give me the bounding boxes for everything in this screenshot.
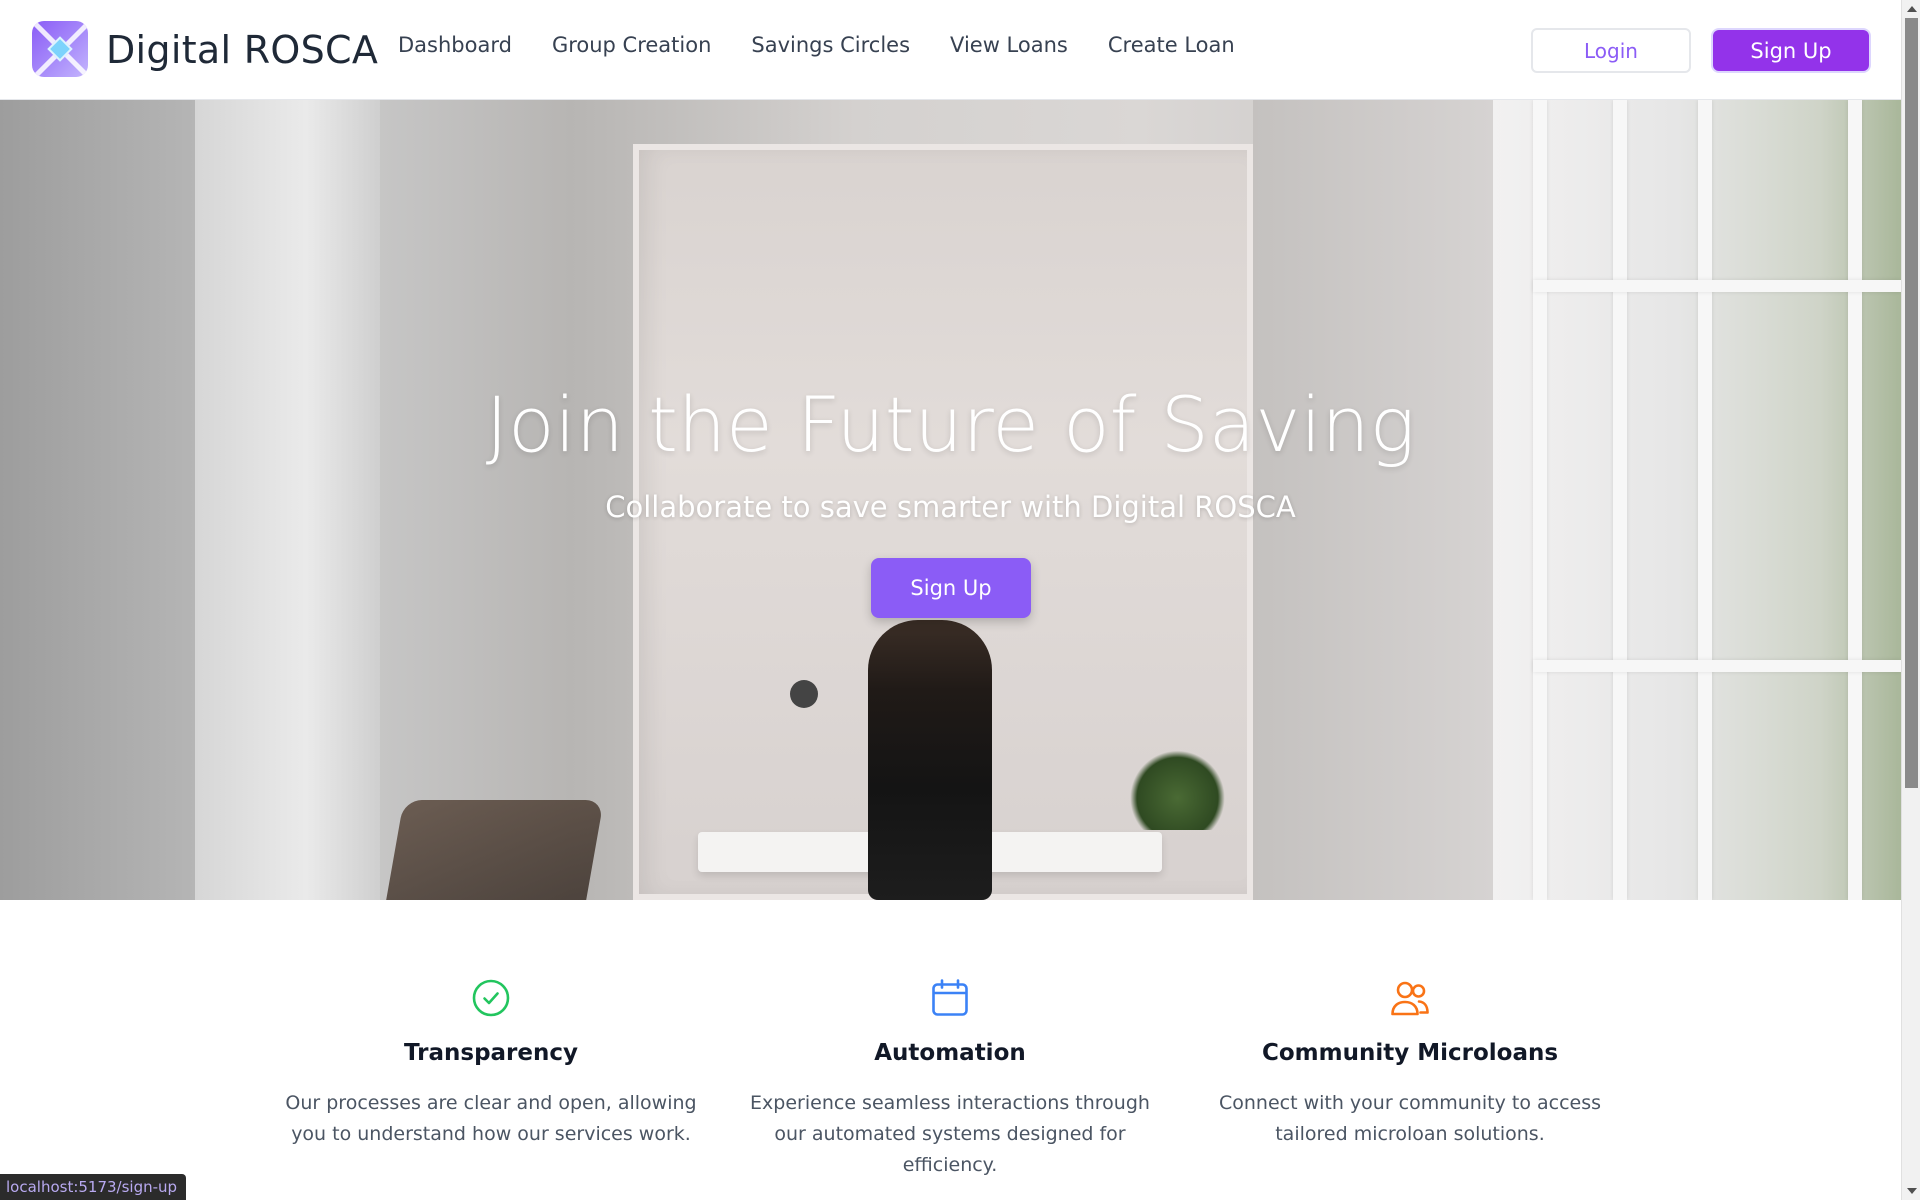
link-preview-status: localhost:5173/sign-up: [0, 1174, 187, 1200]
hero-section: Join the Future of Saving Collaborate to…: [0, 100, 1901, 900]
nav-view-loans[interactable]: View Loans: [950, 33, 1068, 57]
feature-community-microloans: Community Microloans Connect with your c…: [1195, 978, 1625, 1150]
hero-title: Join the Future of Saving: [485, 380, 1416, 469]
feature-title: Automation: [874, 1040, 1026, 1066]
feature-transparency: Transparency Our processes are clear and…: [276, 978, 706, 1150]
brand-name[interactable]: Digital ROSCA: [106, 28, 378, 72]
scrollbar-thumb[interactable]: [1905, 18, 1918, 788]
scroll-up-arrow-icon[interactable]: [1907, 6, 1917, 12]
nav-dashboard[interactable]: Dashboard: [398, 33, 512, 57]
users-icon: [1391, 981, 1429, 1016]
vertical-scrollbar[interactable]: [1901, 0, 1920, 1200]
check-circle-icon: [472, 979, 510, 1017]
nav-group-creation[interactable]: Group Creation: [552, 33, 711, 57]
login-button[interactable]: Login: [1531, 28, 1691, 73]
feature-title: Community Microloans: [1261, 1040, 1559, 1066]
feature-description: Experience seamless interactions through…: [750, 1092, 1150, 1176]
rosca-logo-icon[interactable]: [32, 21, 88, 77]
nav-savings-circles[interactable]: Savings Circles: [751, 33, 910, 57]
calendar-icon: [932, 979, 968, 1016]
nav-create-loan[interactable]: Create Loan: [1108, 33, 1235, 57]
hero-signup-button[interactable]: Sign Up: [871, 558, 1031, 618]
hero-subtitle: Collaborate to save smarter with Digital…: [605, 490, 1296, 524]
feature-automation: Automation Experience seamless interacti…: [735, 978, 1165, 1181]
top-navbar: Digital ROSCA Dashboard Group Creation S…: [0, 0, 1901, 100]
feature-description: Our processes are clear and open, allowi…: [285, 1092, 697, 1145]
feature-description: Connect with your community to access ta…: [1218, 1092, 1602, 1145]
features-section: Transparency Our processes are clear and…: [0, 900, 1901, 1200]
feature-title: Transparency: [403, 1040, 579, 1066]
signup-button-header[interactable]: Sign Up: [1713, 30, 1869, 71]
main-nav: Dashboard Group Creation Savings Circles…: [398, 33, 1235, 57]
scroll-down-arrow-icon[interactable]: [1907, 1188, 1917, 1194]
